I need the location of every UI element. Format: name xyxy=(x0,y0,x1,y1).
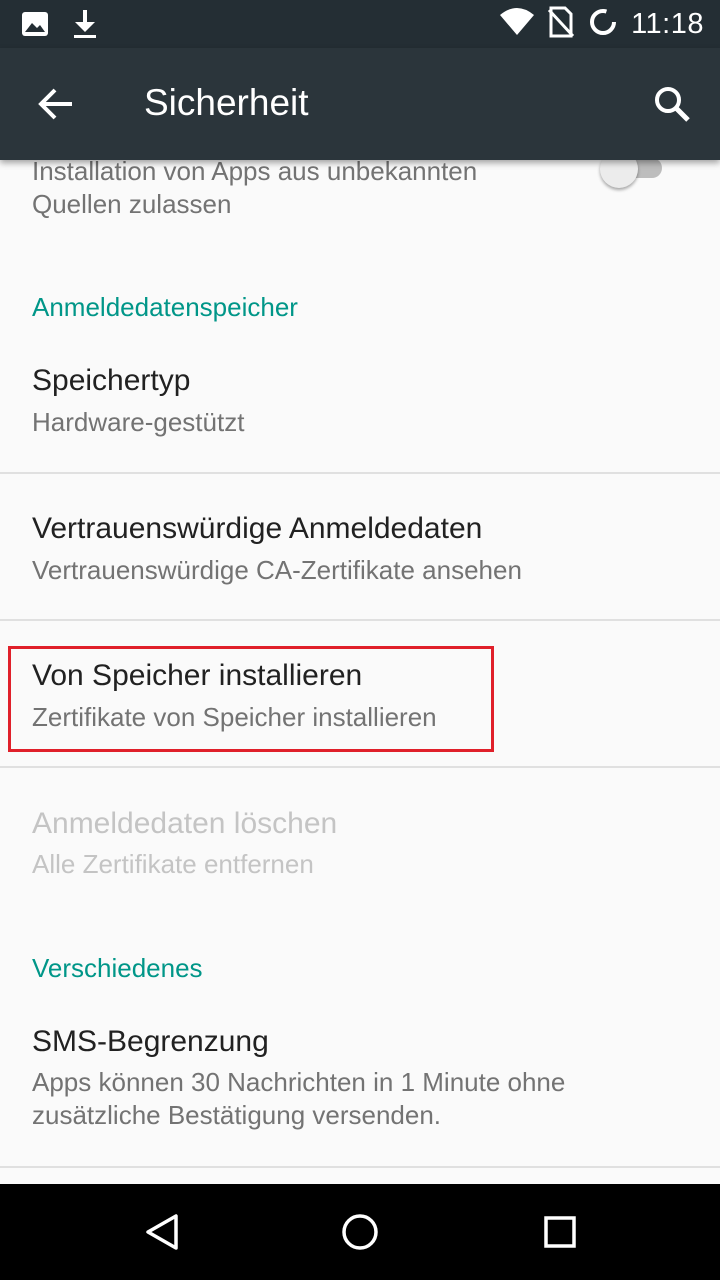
status-time: 11:18 xyxy=(631,8,704,40)
item-summary: Apps können 30 Nachrichten in 1 Minute o… xyxy=(32,1067,566,1130)
list-item-sms-limit[interactable]: SMS-Begrenzung Apps können 30 Nachrichte… xyxy=(0,1022,720,1162)
divider xyxy=(0,766,720,768)
item-summary: Alle Zertifikate entfernen xyxy=(32,849,314,879)
section-header-misc: Verschiedenes xyxy=(32,953,203,983)
unknown-sources-summary: Installation von Apps aus unbekannten Qu… xyxy=(32,160,478,219)
item-title: Speichertyp xyxy=(32,364,191,397)
wifi-icon xyxy=(499,7,535,42)
item-title: SMS-Begrenzung xyxy=(32,1025,269,1058)
download-icon xyxy=(72,8,98,45)
item-summary: Hardware-gestützt xyxy=(32,407,245,437)
toggle-thumb xyxy=(600,160,638,188)
item-title: Anmeldedaten löschen xyxy=(32,807,338,840)
item-title: Vertrauenswürdige Anmeldedaten xyxy=(32,512,483,545)
navigation-bar xyxy=(0,1184,720,1280)
app-bar: Sicherheit xyxy=(0,48,720,160)
home-circle-icon[interactable] xyxy=(340,1212,380,1252)
status-bar: 11:18 xyxy=(0,0,720,48)
item-summary: Vertrauenswürdige CA-Zertifikate ansehen xyxy=(32,555,522,585)
divider xyxy=(0,619,720,621)
back-triangle-icon[interactable] xyxy=(142,1212,182,1252)
no-sim-icon xyxy=(547,6,575,43)
section-header-credentials: Anmeldedatenspeicher xyxy=(32,292,298,322)
image-icon xyxy=(20,9,50,44)
page-title: Sicherheit xyxy=(144,82,309,123)
arrow-back-icon[interactable] xyxy=(36,84,76,124)
sync-icon xyxy=(587,6,619,43)
search-icon[interactable] xyxy=(652,84,692,124)
divider xyxy=(0,1166,720,1168)
list-item-clear-credentials: Anmeldedaten löschen Alle Zertifikate en… xyxy=(0,804,720,916)
list-item-storage-type[interactable]: Speichertyp Hardware-gestützt xyxy=(0,360,720,472)
settings-list: Installation von Apps aus unbekannten Qu… xyxy=(0,160,720,1184)
divider xyxy=(0,472,720,474)
recents-square-icon[interactable] xyxy=(540,1212,580,1252)
highlight-box xyxy=(8,646,494,752)
list-item-trusted-credentials[interactable]: Vertrauenswürdige Anmeldedaten Vertrauen… xyxy=(0,508,720,620)
unknown-sources-toggle[interactable] xyxy=(600,160,670,190)
